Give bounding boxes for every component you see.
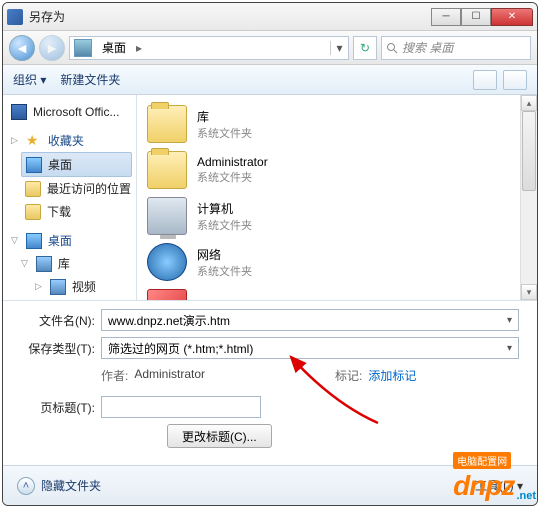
list-item[interactable]: 计算机系统文件夹 <box>147 193 527 239</box>
app-icon <box>7 9 23 25</box>
sidebar-header-desktop[interactable]: ▽桌面 <box>7 229 132 252</box>
breadcrumb-dropdown[interactable]: ▾ <box>330 41 348 55</box>
sidebar-item-desktop[interactable]: 桌面 <box>21 152 132 177</box>
chevron-down-icon[interactable]: ▾ <box>507 315 512 326</box>
pagetitle-input[interactable] <box>101 396 261 418</box>
scroll-thumb[interactable] <box>522 111 536 191</box>
sidebar-item-office[interactable]: Microsoft Offic... <box>7 101 132 123</box>
maximize-button[interactable]: ☐ <box>461 8 491 26</box>
computer-icon <box>147 197 187 235</box>
download-icon <box>25 204 41 220</box>
savetype-label: 保存类型(T): <box>21 340 95 357</box>
search-placeholder: 搜索 桌面 <box>402 39 453 56</box>
recent-icon <box>25 181 41 197</box>
tags-value[interactable]: 添加标记 <box>368 367 416 384</box>
chevron-down-icon[interactable]: ▾ <box>507 343 512 354</box>
desktop-icon <box>26 233 42 249</box>
search-icon <box>386 42 398 54</box>
author-value[interactable]: Administrator <box>134 367 205 384</box>
chevron-up-icon: ˄ <box>17 477 35 495</box>
window-title: 另存为 <box>29 8 431 25</box>
back-button[interactable]: ◄ <box>9 35 35 61</box>
sidebar-header-favorites[interactable]: ▷★收藏夹 <box>7 129 132 152</box>
list-item[interactable]: 库系统文件夹 <box>147 101 527 147</box>
scroll-up-button[interactable]: ▴ <box>521 95 537 111</box>
savetype-dropdown[interactable]: 筛选过的网页 (*.htm;*.html)▾ <box>101 337 519 359</box>
network-icon <box>147 243 187 281</box>
form-section: 文件名(N): www.dnpz.net演示.htm▾ 保存类型(T): 筛选过… <box>3 300 537 458</box>
organize-menu[interactable]: 组织 ▾ <box>13 71 46 88</box>
filename-label: 文件名(N): <box>21 312 95 329</box>
change-title-button[interactable]: 更改标题(C)... <box>167 424 272 448</box>
tags-label: 标记: <box>335 367 362 384</box>
scroll-down-button[interactable]: ▾ <box>521 284 537 300</box>
minimize-button[interactable]: ─ <box>431 8 461 26</box>
nav-sidebar: Microsoft Offic... ▷★收藏夹 桌面 最近访问的位置 下载 ▽… <box>3 95 137 300</box>
refresh-button[interactable]: ↻ <box>353 36 377 60</box>
file-list[interactable]: 库系统文件夹 Administrator系统文件夹 计算机系统文件夹 网络系统文… <box>137 95 537 300</box>
desktop-icon <box>74 39 92 57</box>
list-item[interactable]: 网络系统文件夹 <box>147 239 527 285</box>
pagetitle-label: 页标题(T): <box>21 399 95 416</box>
titlebar[interactable]: 另存为 ─ ☐ ✕ <box>3 3 537 31</box>
sidebar-item-video[interactable]: ▷视频 <box>31 275 132 298</box>
sidebar-item-pictures[interactable]: ▷图片 <box>31 298 132 300</box>
help-button[interactable] <box>503 70 527 90</box>
view-button[interactable] <box>473 70 497 90</box>
file-icon <box>147 289 187 300</box>
toolbar: 组织 ▾ 新建文件夹 <box>3 65 537 95</box>
author-label: 作者: <box>101 367 128 384</box>
scrollbar[interactable]: ▴ ▾ <box>520 95 537 300</box>
folder-icon <box>147 151 187 189</box>
list-item[interactable]: 12 <box>147 285 527 300</box>
desktop-icon <box>26 157 42 173</box>
forward-button[interactable]: ► <box>39 35 65 61</box>
filename-input[interactable]: www.dnpz.net演示.htm▾ <box>101 309 519 331</box>
hide-folders-button[interactable]: ˄ 隐藏文件夹 <box>17 477 101 495</box>
video-icon <box>50 279 66 295</box>
star-icon: ★ <box>26 133 42 149</box>
sidebar-item-libraries[interactable]: ▽库 <box>17 252 132 275</box>
list-item[interactable]: Administrator系统文件夹 <box>147 147 527 193</box>
library-icon <box>36 256 52 272</box>
nav-bar: ◄ ► 桌面 ▸ ▾ ↻ 搜索 桌面 <box>3 31 537 65</box>
close-button[interactable]: ✕ <box>491 8 533 26</box>
watermark-logo: 电脑配置网 dnpz.net <box>453 452 536 502</box>
word-icon <box>11 104 27 120</box>
sidebar-item-downloads[interactable]: 下载 <box>21 200 132 223</box>
save-as-dialog: 另存为 ─ ☐ ✕ ◄ ► 桌面 ▸ ▾ ↻ 搜索 桌面 组织 ▾ 新建文件夹 <box>2 2 538 506</box>
search-input[interactable]: 搜索 桌面 <box>381 36 531 60</box>
breadcrumb[interactable]: 桌面 ▸ ▾ <box>69 36 349 60</box>
sidebar-item-recent[interactable]: 最近访问的位置 <box>21 177 132 200</box>
new-folder-button[interactable]: 新建文件夹 <box>60 71 120 88</box>
breadcrumb-item[interactable]: 桌面 <box>96 39 132 56</box>
chevron-right-icon[interactable]: ▸ <box>132 41 146 55</box>
folder-icon <box>147 105 187 143</box>
